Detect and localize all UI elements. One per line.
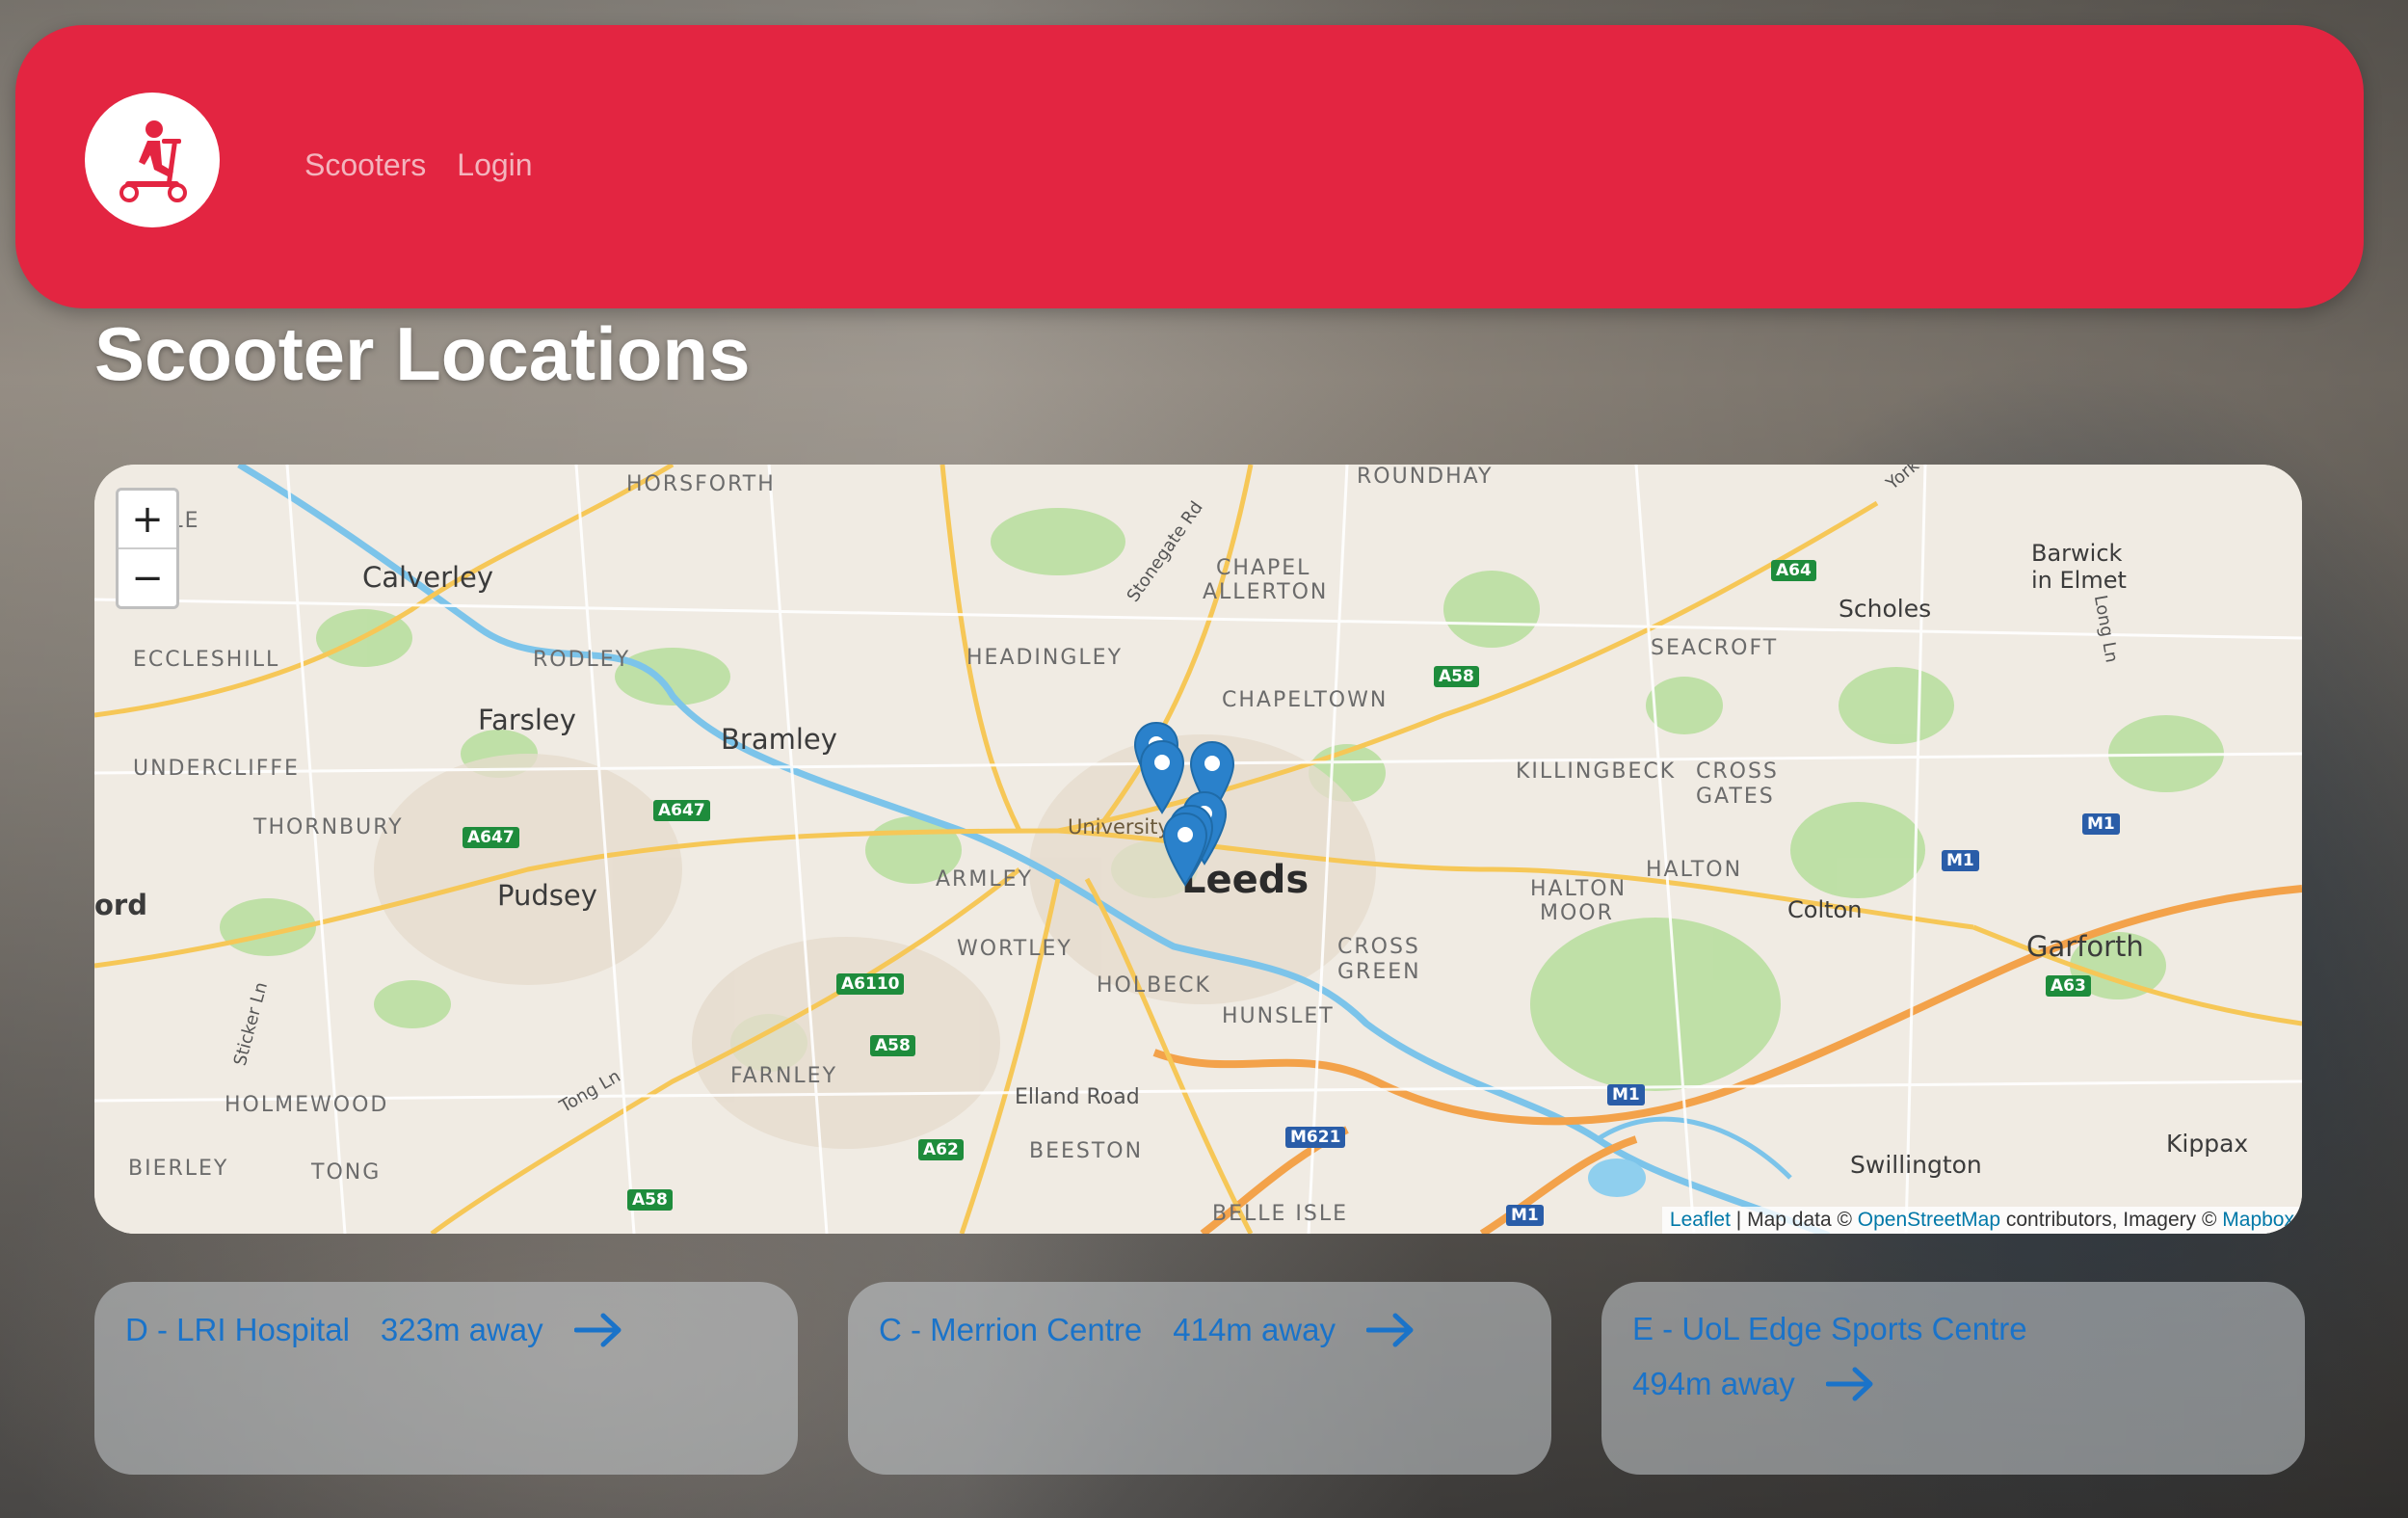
map-label: MOOR xyxy=(1540,901,1614,925)
scooter-logo-icon[interactable] xyxy=(85,93,220,227)
map-label: RODLEY xyxy=(533,648,631,672)
map-label: HORSFORTH xyxy=(626,472,776,496)
map-label: HEADINGLEY xyxy=(966,646,1124,670)
road-shield: A58 xyxy=(627,1189,673,1211)
zoom-control: + − xyxy=(116,488,179,609)
map-label: FARNLEY xyxy=(730,1064,838,1088)
location-card[interactable]: E - UoL Edge Sports Centre 494m away xyxy=(1601,1282,2305,1475)
map-label: HOLMEWOOD xyxy=(225,1093,389,1117)
arrow-right-icon[interactable] xyxy=(573,1311,624,1349)
attribution-text: | Map data © xyxy=(1730,1209,1858,1231)
map-label: HALTON xyxy=(1646,858,1743,882)
nav-link-scooters[interactable]: Scooters xyxy=(304,147,426,183)
road-shield: A6110 xyxy=(836,973,905,995)
location-name: E - UoL Edge Sports Centre xyxy=(1632,1311,2027,1346)
nav-link-login[interactable]: Login xyxy=(457,147,532,183)
road-shield: M1 xyxy=(1942,850,1979,871)
map-label: ARMLEY xyxy=(936,867,1033,892)
map-label: ALLERTON xyxy=(1203,580,1329,604)
location-name: D - LRI Hospital xyxy=(125,1312,350,1347)
location-distance: 494m away xyxy=(1632,1366,1795,1401)
road-shield: A62 xyxy=(918,1139,964,1160)
map-label: KILLINGBECK xyxy=(1516,759,1677,784)
map-label: Calverley xyxy=(362,561,494,594)
road-shield: A58 xyxy=(870,1035,915,1056)
map-label: Swillington xyxy=(1850,1151,1982,1179)
location-card[interactable]: D - LRI Hospital 323m away xyxy=(94,1282,798,1475)
road-shield: M1 xyxy=(1607,1084,1645,1105)
map-label: BEESTON xyxy=(1029,1139,1144,1163)
road-shield: A63 xyxy=(2046,975,2091,997)
scooter-location-cards: D - LRI Hospital 323m away C - Merrion C… xyxy=(94,1282,2305,1475)
map-label: TONG xyxy=(311,1160,382,1185)
map-attribution: Leaflet | Map data © OpenStreetMap contr… xyxy=(1661,1207,2302,1234)
map-label: WORTLEY xyxy=(957,937,1072,961)
map-label: CROSS xyxy=(1337,935,1420,959)
map-label: CHAPELTOWN xyxy=(1222,688,1389,712)
mapbox-link[interactable]: Mapbox xyxy=(2222,1209,2294,1231)
map-label: HOLBECK xyxy=(1097,973,1211,998)
map-label: GREEN xyxy=(1337,960,1421,984)
map-label: Farsley xyxy=(478,704,576,736)
map-label: ord xyxy=(94,889,147,921)
road-shield: A58 xyxy=(1434,666,1479,687)
map-label: Colton xyxy=(1787,896,1863,923)
zoom-out-button[interactable]: − xyxy=(119,547,176,606)
road-shield: M621 xyxy=(1285,1127,1346,1148)
map-label: THORNBURY xyxy=(253,815,404,839)
navbar: Scooters Login xyxy=(15,25,2364,308)
arrow-right-icon[interactable] xyxy=(1366,1311,1416,1349)
map-label: UNDERCLIFFE xyxy=(133,757,300,781)
arrow-right-icon[interactable] xyxy=(1825,1365,1876,1403)
map-label: Elland Road xyxy=(1015,1085,1140,1109)
road-shield: M1 xyxy=(2082,813,2120,835)
scooter-map[interactable]: HORSFORTH ROUNDHAY Calverley CHAPEL ALLE… xyxy=(94,465,2302,1234)
map-label: CHAPEL xyxy=(1216,556,1311,580)
attribution-text: contributors, Imagery © xyxy=(2000,1209,2223,1231)
map-label: SEACROFT xyxy=(1651,636,1779,660)
map-label: HUNSLET xyxy=(1222,1004,1335,1028)
map-label: BIERLEY xyxy=(128,1157,229,1181)
map-label: BELLE ISLE xyxy=(1212,1202,1349,1226)
map-label: ROUNDHAY xyxy=(1357,465,1494,489)
map-label: Bramley xyxy=(721,723,837,756)
page-title: Scooter Locations xyxy=(94,311,751,396)
nav-links: Scooters Login xyxy=(304,147,533,183)
location-name: C - Merrion Centre xyxy=(879,1312,1143,1347)
map-label: CROSS xyxy=(1696,759,1779,784)
road-shield: A647 xyxy=(653,800,710,821)
map-label: Barwick xyxy=(2031,540,2123,567)
road-shield: A647 xyxy=(463,827,519,848)
road-shield: M1 xyxy=(1506,1205,1544,1226)
location-distance: 414m away xyxy=(1173,1312,1336,1347)
location-distance: 323m away xyxy=(380,1312,543,1347)
openstreetmap-link[interactable]: OpenStreetMap xyxy=(1858,1209,2000,1231)
map-label: GATES xyxy=(1696,785,1775,809)
map-label: ECCLESHILL xyxy=(133,648,280,672)
map-label: in Elmet xyxy=(2031,567,2127,594)
road-shield: A64 xyxy=(1771,560,1816,581)
map-label: HALTON xyxy=(1530,877,1627,901)
map-label: Kippax xyxy=(2166,1130,2249,1158)
map-label: Garforth xyxy=(2026,930,2144,963)
leaflet-link[interactable]: Leaflet xyxy=(1670,1209,1731,1231)
map-label: Scholes xyxy=(1839,595,1932,623)
map-label: Pudsey xyxy=(497,879,597,912)
location-card[interactable]: C - Merrion Centre 414m away xyxy=(848,1282,1551,1475)
zoom-in-button[interactable]: + xyxy=(119,491,176,547)
scooter-marker-icon[interactable] xyxy=(1161,812,1209,887)
